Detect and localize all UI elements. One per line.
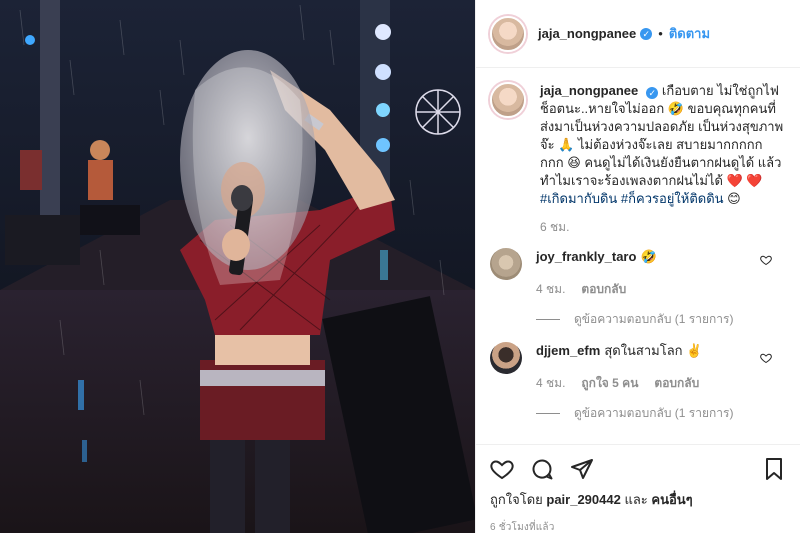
comment-likes-count[interactable]: ถูกใจ 5 คน — [581, 374, 638, 392]
author-username[interactable]: jaja_nongpanee — [538, 26, 636, 41]
view-replies-link[interactable]: ดูข้อความตอบกลับ (1 รายการ) — [536, 404, 786, 422]
likes-summary: ถูกใจโดย pair_290442 และ คนอื่นๆ — [490, 489, 786, 510]
comments-list[interactable]: jaja_nongpanee ✓ เกือบตาย ไม่ใช่ถูกไฟช็อต… — [476, 68, 800, 444]
follow-button[interactable]: ติดตาม — [669, 23, 710, 44]
bookmark-icon[interactable] — [762, 457, 786, 481]
caption-time[interactable]: 6 ชม. — [540, 218, 569, 236]
comment-text: 🤣 — [640, 249, 657, 264]
post-header: jaja_nongpanee ✓ • ติดตาม — [476, 0, 800, 68]
view-replies-label: ดูข้อความตอบกลับ (1 รายการ) — [574, 406, 734, 420]
author-avatar[interactable] — [490, 15, 526, 52]
comment-username[interactable]: djjem_efm — [536, 343, 600, 358]
comment-username[interactable]: joy_frankly_taro — [536, 249, 636, 264]
likes-others-link[interactable]: คนอื่นๆ — [651, 492, 692, 507]
comment-icon[interactable] — [530, 457, 554, 481]
reply-button[interactable]: ตอบกลับ — [654, 374, 699, 392]
comment-text: สุดในสามโลก ✌️ — [604, 343, 703, 358]
reply-button[interactable]: ตอบกลับ — [581, 280, 626, 298]
likes-middle: และ — [624, 492, 648, 507]
replies-line — [536, 412, 560, 414]
verified-badge-icon: ✓ — [646, 87, 659, 99]
likes-user-link[interactable]: pair_290442 — [546, 492, 620, 507]
caption-avatar[interactable] — [490, 82, 526, 118]
comment: joy_frankly_taro 🤣 4 ชม. ตอบกลับ ดูข้อควา… — [490, 248, 786, 328]
share-icon[interactable] — [570, 457, 594, 481]
view-replies-link[interactable]: ดูข้อความตอบกลับ (1 รายการ) — [536, 310, 786, 328]
post-panel: jaja_nongpanee ✓ • ติดตาม jaja_nongpanee… — [475, 0, 800, 533]
comment-time[interactable]: 4 ชม. — [536, 280, 565, 298]
view-replies-label: ดูข้อความตอบกลับ (1 รายการ) — [574, 312, 734, 326]
caption-text: เกือบตาย ไม่ใช่ถูกไฟช็อตนะ..หายใจไม่ออก … — [540, 83, 784, 188]
commenter-avatar[interactable] — [490, 248, 522, 280]
caption-username[interactable]: jaja_nongpanee — [540, 83, 638, 98]
commenter-avatar[interactable] — [490, 342, 522, 374]
post-actions: ถูกใจโดย pair_290442 และ คนอื่นๆ 6 ชั่วโ… — [476, 444, 800, 533]
post-photo[interactable] — [0, 0, 475, 533]
comment-like-heart-icon[interactable] — [760, 352, 772, 364]
comment: djjem_efm สุดในสามโลก ✌️ 4 ชม. ถูกใจ 5 คน… — [490, 342, 786, 422]
comment-like-heart-icon[interactable] — [760, 254, 772, 266]
caption: jaja_nongpanee ✓ เกือบตาย ไม่ใช่ถูกไฟช็อต… — [490, 82, 786, 236]
likes-prefix: ถูกใจโดย — [490, 492, 543, 507]
comment-time[interactable]: 4 ชม. — [536, 374, 565, 392]
separator-dot: • — [658, 26, 663, 41]
verified-badge-icon: ✓ — [640, 27, 653, 40]
replies-line — [536, 318, 560, 320]
caption-emoji: 😊 — [723, 191, 741, 206]
caption-hashtags[interactable]: #เกิดมากับดิน #ก็ควรอยู่ให้ติดดิน — [540, 191, 724, 206]
concert-photo-illustration — [0, 0, 475, 533]
heart-icon[interactable] — [490, 457, 514, 481]
